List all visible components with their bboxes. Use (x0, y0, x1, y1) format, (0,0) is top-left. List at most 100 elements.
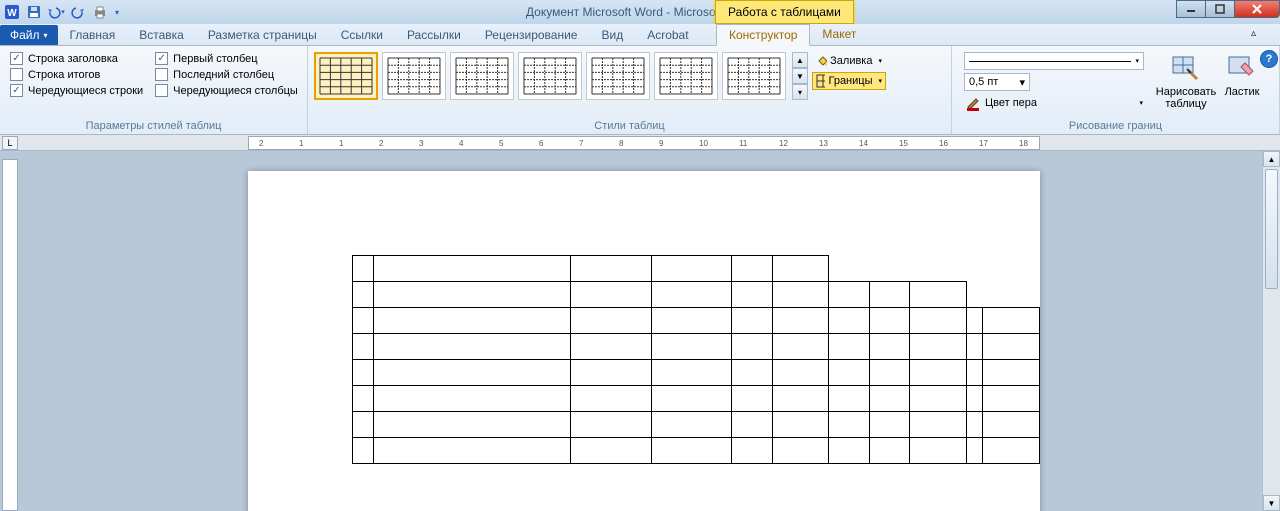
table-cell[interactable] (983, 412, 1040, 438)
table-cell[interactable] (732, 334, 773, 360)
table-cell[interactable] (732, 308, 773, 334)
table-style-item[interactable] (518, 52, 582, 100)
table-row[interactable] (353, 334, 1040, 360)
horizontal-ruler[interactable]: 21123456789101112131415161718 (248, 136, 1040, 150)
table-style-item[interactable] (450, 52, 514, 100)
table-style-item[interactable] (314, 52, 378, 100)
gallery-up-button[interactable]: ▲ (792, 52, 808, 68)
checkbox-banded-columns[interactable]: Чередующиеся столбцы (155, 84, 298, 97)
table-cell[interactable] (353, 256, 374, 282)
table-cell[interactable] (732, 412, 773, 438)
table-cell[interactable] (353, 412, 374, 438)
table-cell[interactable] (910, 308, 967, 334)
table-cell[interactable] (571, 334, 652, 360)
table-cell[interactable] (772, 412, 829, 438)
table-cell[interactable] (966, 386, 983, 412)
table-row[interactable] (353, 308, 1040, 334)
table-cell[interactable] (869, 334, 910, 360)
tab-home[interactable]: Главная (58, 25, 128, 45)
checkbox-last-column[interactable]: Последний столбец (155, 68, 298, 81)
borders-button[interactable]: Границы ▾ (812, 72, 886, 90)
table-cell[interactable] (373, 438, 571, 464)
table-cell[interactable] (651, 386, 732, 412)
table-cell[interactable] (353, 386, 374, 412)
table-row[interactable] (353, 256, 1040, 282)
table-cell[interactable] (651, 412, 732, 438)
checkbox-header-row[interactable]: ✓Строка заголовка (10, 52, 143, 65)
table-cell[interactable] (651, 334, 732, 360)
table-cell[interactable] (571, 412, 652, 438)
table-cell[interactable] (651, 256, 732, 282)
tab-table-layout[interactable]: Макет (810, 24, 868, 45)
table-cell[interactable] (772, 282, 829, 308)
table-cell[interactable] (829, 334, 870, 360)
table-row[interactable] (353, 360, 1040, 386)
table-cell[interactable] (910, 412, 967, 438)
table-cell[interactable] (732, 360, 773, 386)
redo-icon[interactable] (68, 2, 88, 22)
table-cell[interactable] (829, 386, 870, 412)
table-cell[interactable] (910, 438, 967, 464)
table-cell[interactable] (571, 438, 652, 464)
table-cell[interactable] (966, 334, 983, 360)
table-cell[interactable] (983, 360, 1040, 386)
table-cell[interactable] (373, 360, 571, 386)
tab-acrobat[interactable]: Acrobat (635, 25, 700, 45)
table-row[interactable] (353, 438, 1040, 464)
table-cell[interactable] (732, 438, 773, 464)
table-cell[interactable] (966, 438, 983, 464)
table-cell[interactable] (966, 412, 983, 438)
eraser-button[interactable]: Ластик (1220, 52, 1264, 110)
tab-page-layout[interactable]: Разметка страницы (196, 25, 329, 45)
table-cell[interactable] (829, 308, 870, 334)
table-cell[interactable] (983, 386, 1040, 412)
table-cell[interactable] (910, 282, 967, 308)
undo-icon[interactable]: ▾ (46, 2, 66, 22)
tab-view[interactable]: Вид (589, 25, 635, 45)
save-icon[interactable] (24, 2, 44, 22)
table-cell[interactable] (829, 360, 870, 386)
table-style-item[interactable] (722, 52, 786, 100)
pen-color-button[interactable]: Цвет пера ▾ (964, 94, 1144, 112)
table-cell[interactable] (966, 360, 983, 386)
table-cell[interactable] (651, 438, 732, 464)
table-cell[interactable] (829, 412, 870, 438)
table-cell[interactable] (966, 308, 983, 334)
table-cell[interactable] (373, 334, 571, 360)
vertical-scrollbar[interactable]: ▲ ▼ (1262, 151, 1280, 511)
tab-file[interactable]: Файл (0, 25, 58, 45)
tab-insert[interactable]: Вставка (127, 25, 196, 45)
scroll-down-button[interactable]: ▼ (1263, 495, 1280, 511)
checkbox-banded-rows[interactable]: ✓Чередующиеся строки (10, 84, 143, 97)
gallery-more-button[interactable]: ▾ (792, 84, 808, 100)
table-cell[interactable] (373, 256, 571, 282)
table-cell[interactable] (373, 282, 571, 308)
table-cell[interactable] (869, 360, 910, 386)
table-cell[interactable] (772, 386, 829, 412)
table-cell[interactable] (829, 282, 870, 308)
minimize-button[interactable] (1176, 0, 1206, 18)
tab-selector[interactable]: L (2, 136, 18, 150)
table-cell[interactable] (829, 438, 870, 464)
table-cell[interactable] (772, 438, 829, 464)
table-cell[interactable] (651, 360, 732, 386)
table-style-item[interactable] (586, 52, 650, 100)
table-cell[interactable] (869, 438, 910, 464)
table-cell[interactable] (772, 360, 829, 386)
table-cell[interactable] (571, 282, 652, 308)
qat-dropdown-icon[interactable]: ▾ (112, 2, 122, 22)
table-cell[interactable] (910, 360, 967, 386)
table-cell[interactable] (353, 360, 374, 386)
table-cell[interactable] (651, 308, 732, 334)
table-cell[interactable] (732, 282, 773, 308)
table-cell[interactable] (983, 308, 1040, 334)
table-cell[interactable] (732, 386, 773, 412)
table-cell[interactable] (910, 334, 967, 360)
table-cell[interactable] (571, 308, 652, 334)
vertical-ruler[interactable] (2, 159, 18, 511)
maximize-button[interactable] (1205, 0, 1235, 18)
table-cell[interactable] (869, 412, 910, 438)
page[interactable] (248, 171, 1040, 511)
table-cell[interactable] (772, 256, 829, 282)
tab-table-design[interactable]: Конструктор (716, 24, 810, 46)
